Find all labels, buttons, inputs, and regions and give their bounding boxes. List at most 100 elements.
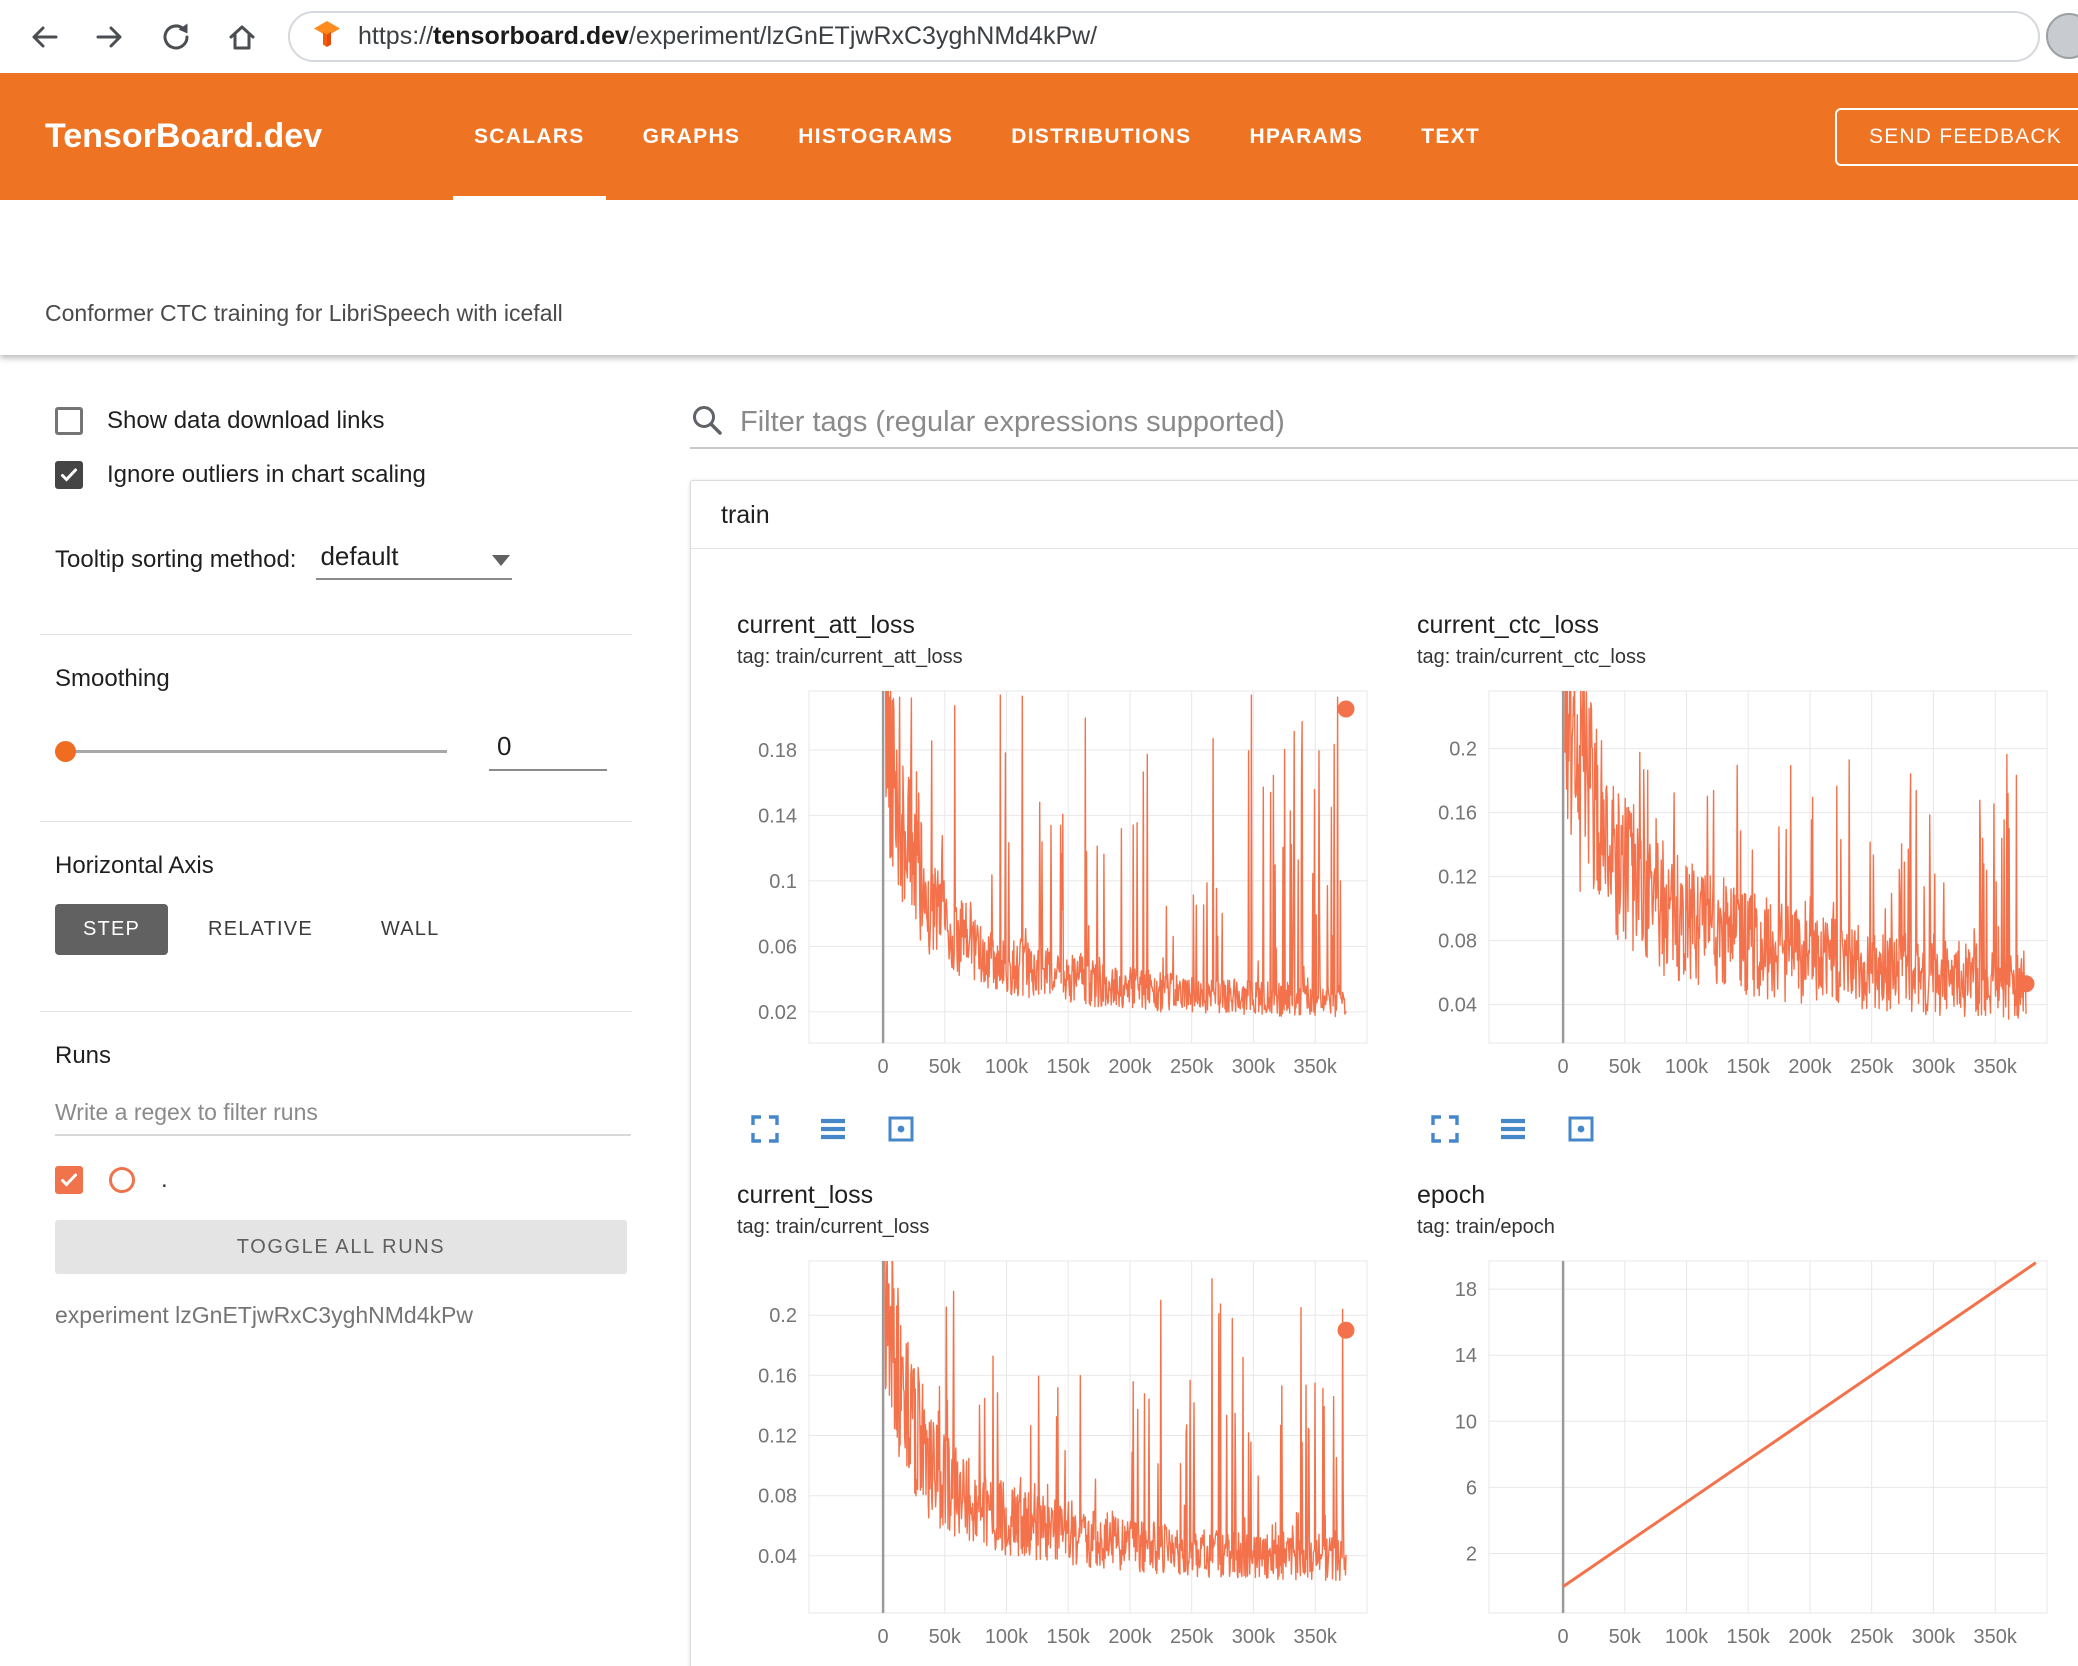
avatar[interactable] [2046,13,2078,59]
home-icon[interactable] [224,19,260,55]
svg-text:6: 6 [1466,1477,1477,1499]
run-checkbox[interactable] [55,1166,83,1194]
settings-sidebar: Show data download links Ignore outliers… [0,355,660,1666]
svg-text:250k: 250k [1170,1056,1214,1078]
svg-text:200k: 200k [1788,1626,1832,1648]
fit-domain-icon[interactable] [1565,1113,1597,1145]
line-chart[interactable]: 0 50k 100k 150k 200k 250k 300k 350k 0.04 0.08 0.12… [1411,687,2051,1099]
divider [40,821,632,822]
svg-text:2: 2 [1466,1544,1477,1566]
url-text: https://tensorboard.dev/experiment/lzGnE… [358,22,1098,50]
run-name: . [161,1166,168,1193]
svg-text:0.02: 0.02 [758,1002,797,1024]
app-header: TensorBoard.dev SCALARS GRAPHS HISTOGRAM… [0,73,2078,200]
fit-domain-icon[interactable] [885,1113,917,1145]
svg-text:200k: 200k [1108,1056,1152,1078]
forward-icon[interactable] [92,19,128,55]
tooltip-sorting-label: Tooltip sorting method: [55,546,297,573]
chart-tag: tag: train/current_att_loss [737,646,963,668]
toggle-all-runs-button[interactable]: TOGGLE ALL RUNS [55,1220,627,1274]
svg-text:200k: 200k [1788,1056,1832,1078]
chart-title: current_att_loss [737,611,915,639]
reload-icon[interactable] [158,19,194,55]
tab-scalars[interactable]: SCALARS [445,73,614,200]
svg-text:10: 10 [1455,1411,1477,1433]
svg-text:300k: 300k [1232,1056,1276,1078]
svg-text:250k: 250k [1850,1626,1894,1648]
chart-current-att-loss: current_att_loss tag: train/current_att_… [731,611,1381,1145]
back-icon[interactable] [26,19,62,55]
svg-text:300k: 300k [1912,1056,1956,1078]
slider-thumb[interactable] [55,741,76,762]
svg-text:0: 0 [878,1626,889,1648]
runs-filter-input[interactable] [55,1090,631,1136]
chart-tag: tag: train/epoch [1417,1216,1555,1238]
tag-filter-input[interactable] [740,405,2078,439]
svg-text:0: 0 [878,1056,889,1078]
tooltip-sorting-select[interactable]: default [316,541,513,580]
svg-text:50k: 50k [929,1056,962,1078]
line-chart[interactable]: 0 50k 100k 150k 200k 250k 300k 350k 0.02 0.06 0.1 0… [731,687,1371,1099]
axis-step-button[interactable]: STEP [55,904,169,955]
svg-text:300k: 300k [1232,1626,1276,1648]
expand-icon[interactable] [1429,1113,1461,1145]
smoothing-value[interactable]: 0 [489,731,607,771]
line-chart[interactable]: 0 50k 100k 150k 200k 250k 300k 350k 0.04 0.08 0.12… [731,1257,1371,1666]
send-feedback-button[interactable]: SEND FEEDBACK [1835,107,2078,166]
experiment-subbar: Conformer CTC training for LibriSpeech w… [0,200,2078,355]
chart-toolbar [1411,1113,2061,1145]
svg-text:150k: 150k [1047,1056,1091,1078]
svg-text:50k: 50k [1609,1626,1642,1648]
tab-graphs[interactable]: GRAPHS [614,73,770,200]
chart-title: current_ctc_loss [1417,611,1600,639]
svg-text:0.2: 0.2 [769,1305,797,1327]
svg-text:0.04: 0.04 [1438,995,1477,1017]
chart-title: current_loss [737,1181,874,1209]
svg-text:0: 0 [1558,1056,1569,1078]
run-row[interactable]: . [55,1166,632,1194]
svg-text:100k: 100k [985,1626,1029,1648]
svg-text:350k: 350k [1294,1056,1338,1078]
svg-text:250k: 250k [1170,1626,1214,1648]
svg-text:100k: 100k [985,1056,1029,1078]
run-lines-icon[interactable] [817,1113,849,1145]
tab-text[interactable]: TEXT [1392,73,1509,200]
train-card: train current_att_loss tag: train/curren… [690,480,2078,1666]
tab-distributions[interactable]: DISTRIBUTIONS [982,73,1220,200]
svg-text:50k: 50k [929,1626,962,1648]
svg-text:0.2: 0.2 [1449,739,1477,761]
svg-text:350k: 350k [1294,1626,1338,1648]
svg-text:350k: 350k [1974,1626,2018,1648]
app-logo: TensorBoard.dev [45,117,323,155]
ignore-outliers-checkbox[interactable] [55,461,83,489]
horizontal-axis-label: Horizontal Axis [55,852,214,879]
svg-text:300k: 300k [1912,1626,1956,1648]
experiment-title: Conformer CTC training for LibriSpeech w… [45,300,563,326]
svg-text:200k: 200k [1108,1626,1152,1648]
smoothing-slider[interactable] [55,739,447,763]
axis-wall-button[interactable]: WALL [353,904,468,955]
tab-histograms[interactable]: HISTOGRAMS [769,73,982,200]
tag-filter-row [690,397,2078,449]
address-bar[interactable]: https://tensorboard.dev/experiment/lzGnE… [288,11,2040,62]
axis-relative-button[interactable]: RELATIVE [180,904,341,955]
svg-text:0.12: 0.12 [758,1426,797,1448]
svg-text:250k: 250k [1850,1056,1894,1078]
svg-text:0.14: 0.14 [758,805,797,827]
svg-text:0.08: 0.08 [1438,931,1477,953]
svg-text:0.06: 0.06 [758,936,797,958]
show-download-links-row[interactable]: Show data download links [55,407,632,435]
run-lines-icon[interactable] [1497,1113,1529,1145]
svg-text:0.16: 0.16 [758,1365,797,1387]
tab-hparams[interactable]: HPARAMS [1220,73,1392,200]
svg-text:150k: 150k [1727,1626,1771,1648]
page: https://tensorboard.dev/experiment/lzGnE… [0,0,2078,1666]
expand-icon[interactable] [749,1113,781,1145]
divider [40,1011,632,1012]
chart-tag: tag: train/current_ctc_loss [1417,646,1646,668]
browser-chrome: https://tensorboard.dev/experiment/lzGnE… [0,0,2078,73]
line-chart[interactable]: 0 50k 100k 150k 200k 250k 300k 350k 2 6 10 14 18 [1411,1257,2051,1666]
svg-text:0.16: 0.16 [1438,803,1477,825]
ignore-outliers-row[interactable]: Ignore outliers in chart scaling [55,461,632,489]
show-download-links-checkbox[interactable] [55,407,83,435]
